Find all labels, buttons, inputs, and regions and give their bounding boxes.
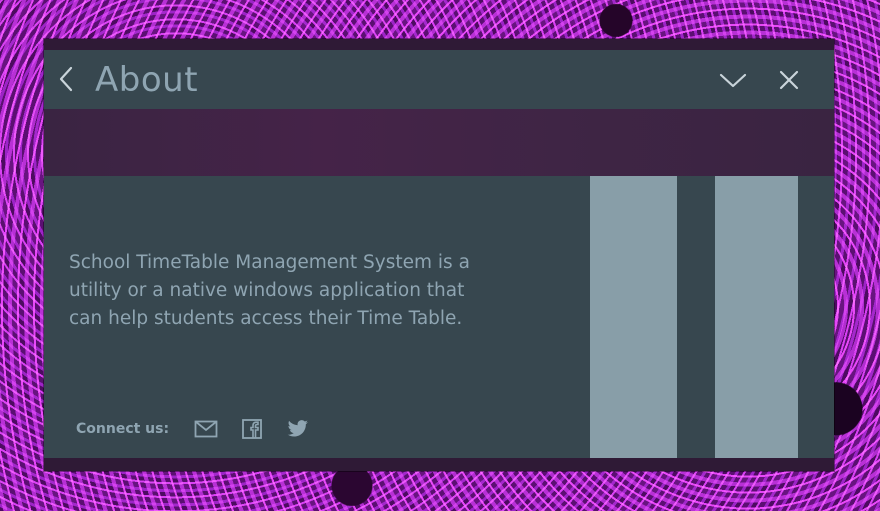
window-bottom-strip: [44, 458, 834, 471]
facebook-icon: [242, 419, 262, 439]
collapse-button[interactable]: [718, 66, 748, 94]
about-description: School TimeTable Management System is a …: [69, 252, 470, 329]
chevron-left-icon: [59, 66, 73, 92]
close-button[interactable]: [774, 66, 804, 94]
twitter-icon: [287, 420, 308, 437]
mail-button[interactable]: [193, 416, 219, 442]
about-window: About School TimeTable Management System…: [44, 39, 834, 471]
back-button[interactable]: [52, 64, 80, 94]
preview-panel-left: [590, 176, 677, 458]
page-title: About: [95, 60, 199, 100]
close-icon: [779, 70, 799, 90]
header-banner: [44, 109, 834, 176]
chevron-down-icon: [719, 73, 747, 88]
twitter-button[interactable]: [285, 416, 311, 442]
title-bar: About: [44, 50, 834, 109]
preview-panel-right: [715, 176, 798, 458]
mail-icon: [194, 420, 218, 438]
about-content: School TimeTable Management System is a …: [44, 176, 834, 458]
facebook-button[interactable]: [239, 416, 265, 442]
connect-section: Connect us:: [76, 416, 331, 442]
connect-label: Connect us:: [76, 421, 170, 437]
